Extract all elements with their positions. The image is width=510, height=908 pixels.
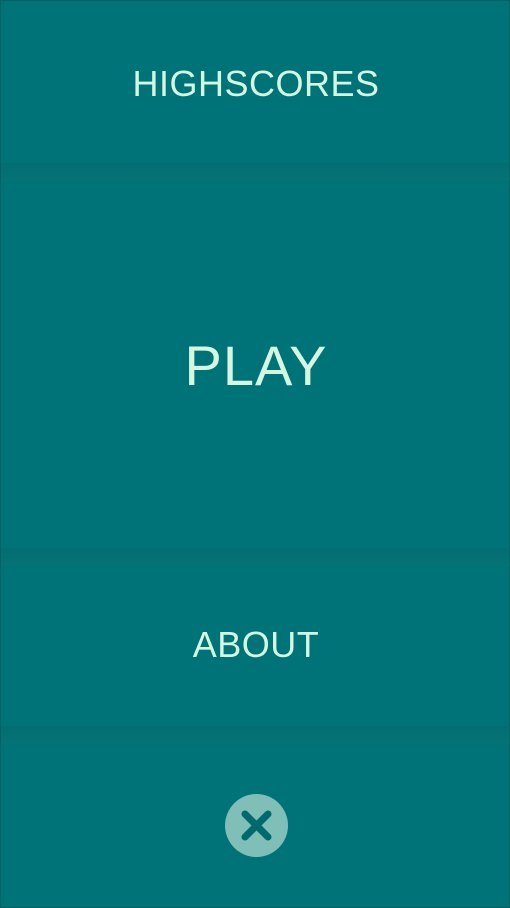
play-button[interactable]: PLAY <box>1 181 510 549</box>
close-button[interactable] <box>225 794 288 857</box>
divider <box>1 726 510 744</box>
about-button[interactable]: ABOUT <box>1 566 510 724</box>
divider <box>1 163 510 181</box>
divider <box>1 548 510 566</box>
close-icon <box>241 810 272 841</box>
main-menu-screen: HIGHSCORES PLAY ABOUT <box>0 0 510 908</box>
highscores-button[interactable]: HIGHSCORES <box>1 1 510 166</box>
